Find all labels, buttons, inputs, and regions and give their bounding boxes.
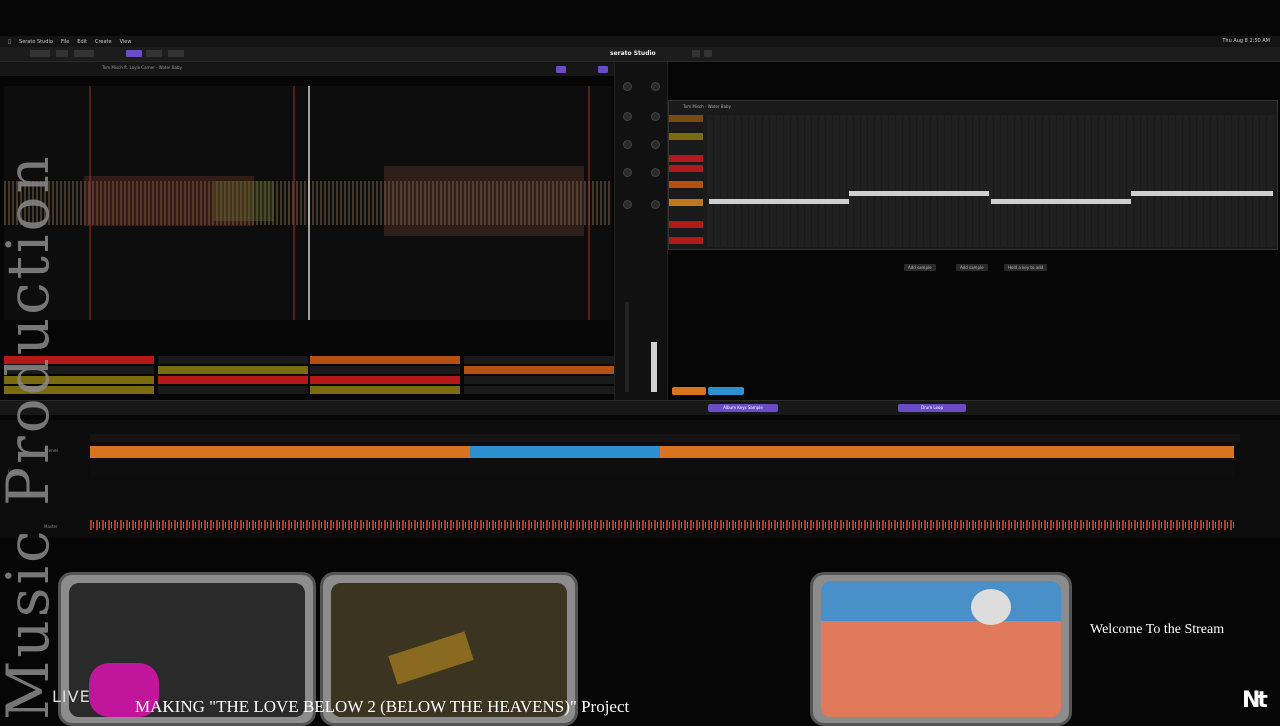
serato-toolbar: serato Studio: [0, 47, 1280, 62]
anime-screen: [821, 581, 1061, 717]
piano-key[interactable]: [669, 221, 703, 228]
scene-pill-orange[interactable]: [672, 387, 706, 395]
track-title: Tom Misch ft. Loyle Carner - Water Baby: [102, 65, 182, 70]
menubar-clock: Thu Aug 8 2:50 AM: [1222, 38, 1270, 44]
apple-icon[interactable]: : [8, 39, 11, 45]
timeline-ruler[interactable]: [90, 434, 1240, 442]
pad-4[interactable]: [464, 356, 614, 364]
midi-note[interactable]: [849, 191, 989, 196]
gain-knob-a[interactable]: [623, 82, 632, 91]
scene-pill-blue[interactable]: [708, 387, 744, 395]
pad-6[interactable]: [158, 366, 308, 374]
waveform-display: [4, 86, 612, 320]
mid-knob-a[interactable]: [623, 140, 632, 149]
add-sample-button-2[interactable]: Add sample: [956, 264, 988, 271]
high-knob-a[interactable]: [623, 112, 632, 121]
piano-key[interactable]: [669, 199, 703, 206]
mixer-panel: [614, 62, 668, 402]
anime-band: [821, 581, 1061, 621]
waveform-panel[interactable]: [4, 86, 612, 320]
low-knob-b[interactable]: [651, 168, 660, 177]
channel-logo: Nt: [1242, 688, 1268, 713]
piano-keys: [669, 115, 705, 247]
pad-7[interactable]: [310, 366, 460, 374]
metronome-button[interactable]: [74, 50, 94, 57]
pad-16[interactable]: [464, 386, 614, 394]
scene-segment[interactable]: [90, 446, 470, 458]
anime-tv-frame: [810, 572, 1072, 726]
master-waveform: [90, 516, 1234, 534]
welcome-text: Welcome To the Stream: [1090, 622, 1225, 637]
mid-knob-b[interactable]: [651, 140, 660, 149]
pad-3[interactable]: [310, 356, 460, 364]
add-sample-button[interactable]: Add sample: [904, 264, 936, 271]
filter-knob-a[interactable]: [623, 200, 632, 209]
key-button[interactable]: [56, 50, 68, 57]
pad-2[interactable]: [158, 356, 308, 364]
mode-button-active[interactable]: [126, 50, 142, 57]
vertical-title: Music Production: [0, 153, 62, 720]
sample-pads: [4, 344, 614, 400]
scene-segment[interactable]: [660, 446, 1234, 458]
piano-roll[interactable]: Tom Misch - Water Baby: [668, 100, 1278, 250]
low-knob-a[interactable]: [623, 168, 632, 177]
filter-knob-b[interactable]: [651, 200, 660, 209]
piano-roll-title: Tom Misch - Water Baby: [683, 104, 731, 109]
piano-key[interactable]: [669, 165, 703, 172]
piano-key[interactable]: [669, 133, 703, 140]
song-bar: Album Keys Sample Drum Loop: [0, 387, 1280, 415]
scene-segment[interactable]: [470, 446, 660, 458]
pad-12[interactable]: [464, 376, 614, 384]
bpm-button[interactable]: [30, 50, 50, 57]
piano-key[interactable]: [669, 237, 703, 244]
level-meter-b: [651, 342, 657, 392]
fader-a[interactable]: [625, 302, 629, 392]
live-badge: LIVE: [52, 687, 91, 706]
stream-title: MAKING "THE LOVE BELOW 2 (BELOW THE HEAV…: [135, 697, 630, 716]
sampler-controls: Add sample Add sample Hold a key to add: [900, 264, 1080, 272]
song-timeline[interactable]: Scenes Library Master: [0, 420, 1280, 538]
pad-10[interactable]: [158, 376, 308, 384]
app-menu[interactable]: Serato Studio: [19, 39, 53, 45]
midi-note[interactable]: [991, 199, 1131, 204]
menu-file[interactable]: File: [61, 39, 69, 45]
piano-key[interactable]: [669, 181, 703, 188]
menu-bar:  Serato Studio File Edit Create View Th…: [0, 36, 1280, 47]
serato-logo: serato Studio: [610, 50, 656, 57]
controller-image: [388, 631, 474, 685]
pad-14[interactable]: [158, 386, 308, 394]
piano-key[interactable]: [669, 115, 703, 122]
deck-a-sample-pill[interactable]: Album Keys Sample: [708, 404, 778, 412]
menu-create[interactable]: Create: [95, 39, 112, 45]
mode-button[interactable]: [146, 50, 162, 57]
pad-15[interactable]: [310, 386, 460, 394]
piano-roll-grid[interactable]: [707, 115, 1275, 247]
midi-note[interactable]: [709, 199, 849, 204]
sync-button[interactable]: [556, 66, 566, 73]
pad-11[interactable]: [310, 376, 460, 384]
view-toggle[interactable]: [692, 50, 700, 57]
deck-header: Tom Misch ft. Loyle Carner - Water Baby: [0, 62, 668, 76]
gain-knob-b[interactable]: [651, 82, 660, 91]
deck-b-sample-pill[interactable]: Drum Loop: [898, 404, 966, 412]
anime-eye: [971, 589, 1011, 625]
deck-fx-button[interactable]: [598, 66, 608, 73]
hold-key-button[interactable]: Hold a key to add: [1004, 264, 1048, 271]
high-knob-b[interactable]: [651, 112, 660, 121]
scene-lane[interactable]: [90, 446, 1234, 476]
settings-icon[interactable]: [704, 50, 712, 57]
midi-note[interactable]: [1131, 191, 1273, 196]
export-button[interactable]: [168, 50, 184, 57]
menu-edit[interactable]: Edit: [77, 39, 87, 45]
piano-key[interactable]: [669, 155, 703, 162]
pad-8[interactable]: [464, 366, 614, 374]
menu-view[interactable]: View: [120, 39, 132, 45]
